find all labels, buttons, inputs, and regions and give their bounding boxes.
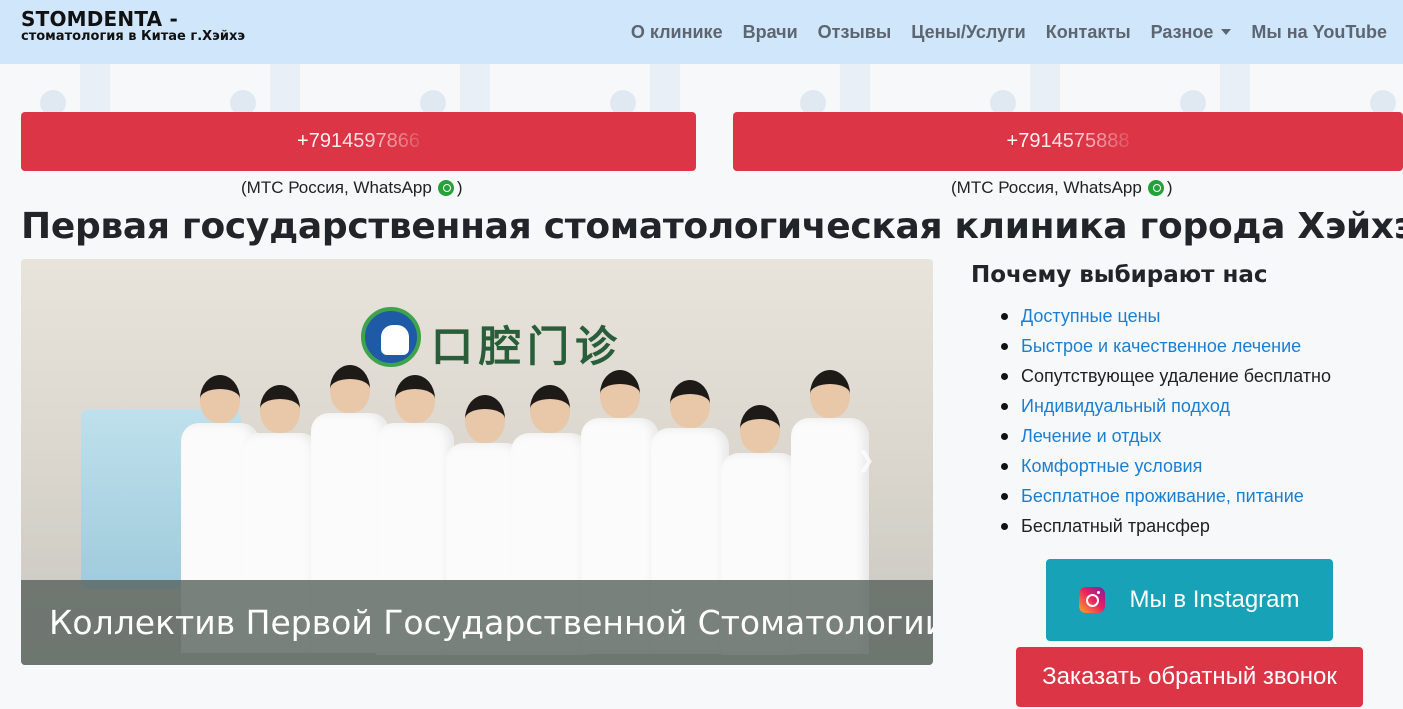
- brand[interactable]: STOMDENTA - стоматология в Китае г.Хэйхэ: [21, 9, 245, 43]
- phone-note-1-close: ): [456, 178, 463, 197]
- nav-item-youtube[interactable]: Мы на YouTube: [1241, 22, 1397, 43]
- why-item-comfort[interactable]: Комфортные условия: [1001, 453, 1331, 483]
- nav-item-about[interactable]: О клинике: [621, 22, 733, 43]
- phone-note-2: (МТС Россия, WhatsApp ): [951, 178, 1173, 198]
- phone-number-2: +7914575888: [1006, 130, 1130, 152]
- nav-item-misc-dropdown[interactable]: Разное: [1141, 22, 1242, 43]
- nav-item-prices[interactable]: Цены/Услуги: [901, 22, 1035, 43]
- whatsapp-icon: [437, 180, 454, 196]
- phone-number-1: +7914597866: [297, 130, 420, 152]
- nav-item-misc-label: Разное: [1150, 21, 1214, 42]
- brand-subtitle[interactable]: стоматология в Китае г.Хэйхэ: [21, 30, 245, 43]
- why-us-title: Почему выбирают нас: [971, 262, 1268, 288]
- chevron-down-icon: [1221, 29, 1232, 35]
- nav-item-reviews[interactable]: Отзывы: [808, 22, 902, 43]
- phone-note-2-text: (МТС Россия, WhatsApp: [951, 178, 1142, 197]
- navbar: STOMDENTA - стоматология в Китае г.Хэйхэ…: [0, 0, 1403, 64]
- phone-note-1-text: (МТС Россия, WhatsApp: [241, 178, 432, 197]
- team-photo-carousel[interactable]: 口腔门诊 ❯ Коллектив Первой Государственной …: [21, 259, 933, 665]
- instagram-button[interactable]: Мы в Instagram: [1046, 559, 1333, 641]
- phone-button-1[interactable]: +7914597866: [21, 112, 696, 171]
- callback-button-label: Заказать обратный звонок: [1042, 663, 1337, 690]
- photo-caption: Коллектив Первой Государственной Стомато…: [49, 603, 933, 642]
- main-nav: О клинике Врачи Отзывы Цены/Услуги Конта…: [621, 0, 1397, 64]
- instagram-icon: [1079, 587, 1106, 613]
- why-item-fast-treatment[interactable]: Быстрое и качественное лечение: [1001, 333, 1331, 363]
- carousel-next-icon[interactable]: ❯: [857, 447, 875, 473]
- brand-title[interactable]: STOMDENTA -: [21, 9, 245, 29]
- why-item-treatment-rest[interactable]: Лечение и отдых: [1001, 423, 1331, 453]
- why-item-free-extraction: Сопутствующее удаление бесплатно: [1001, 363, 1331, 393]
- why-item-individual[interactable]: Индивидуальный подход: [1001, 393, 1331, 423]
- nav-item-doctors[interactable]: Врачи: [733, 22, 808, 43]
- callback-button[interactable]: Заказать обратный звонок: [1016, 647, 1363, 707]
- why-us-list: Доступные цены Быстрое и качественное ле…: [1001, 303, 1331, 543]
- instagram-button-label: Мы в Instagram: [1129, 586, 1300, 613]
- photo-caption-bar: Коллектив Первой Государственной Стомато…: [21, 580, 933, 665]
- page-title: Первая государственная стоматологическая…: [21, 206, 1403, 247]
- phone-button-2[interactable]: +7914575888: [733, 112, 1403, 171]
- whatsapp-icon: [1147, 180, 1164, 196]
- why-item-prices[interactable]: Доступные цены: [1001, 303, 1331, 333]
- why-item-free-accommodation[interactable]: Бесплатное проживание, питание: [1001, 483, 1331, 513]
- phone-note-2-close: ): [1166, 178, 1173, 197]
- why-item-free-transfer: Бесплатный трансфер: [1001, 513, 1331, 543]
- nav-item-contacts[interactable]: Контакты: [1036, 22, 1141, 43]
- phone-note-1: (МТС Россия, WhatsApp ): [241, 178, 463, 198]
